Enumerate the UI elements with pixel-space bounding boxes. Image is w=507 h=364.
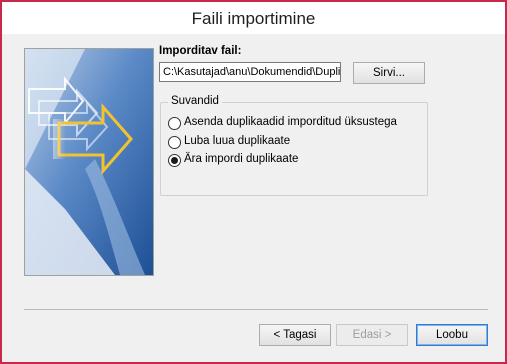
radio-button-checked[interactable]	[168, 154, 181, 167]
next-button[interactable]: Edasi >	[336, 324, 408, 346]
back-button[interactable]: < Tagasi	[259, 324, 331, 346]
radio-label: Asenda duplikaadid imporditud üksustega	[184, 116, 397, 128]
radio-label: Luba luua duplikaate	[184, 135, 291, 147]
browse-button[interactable]: Sirvi...	[353, 62, 425, 84]
arrows-illustration-icon	[25, 49, 153, 275]
footer-divider	[24, 309, 488, 310]
wizard-graphic	[24, 48, 154, 276]
file-path-field[interactable]: C:\Kasutajad\anu\Dokumendid\Duplikaadid.…	[159, 62, 341, 82]
import-file-dialog: Faili importimine Imporditav fail: C:\Ka…	[0, 0, 507, 364]
dialog-title: Faili importimine	[191, 9, 316, 28]
cancel-button[interactable]: Loobu	[416, 324, 488, 346]
import-file-label: Imporditav fail:	[159, 45, 242, 57]
title-bar: Faili importimine	[2, 2, 505, 34]
radio-button[interactable]	[168, 117, 181, 130]
options-group-title: Suvandid	[168, 95, 222, 107]
radio-label: Ära impordi duplikaate	[184, 153, 299, 165]
radio-button[interactable]	[168, 136, 181, 149]
